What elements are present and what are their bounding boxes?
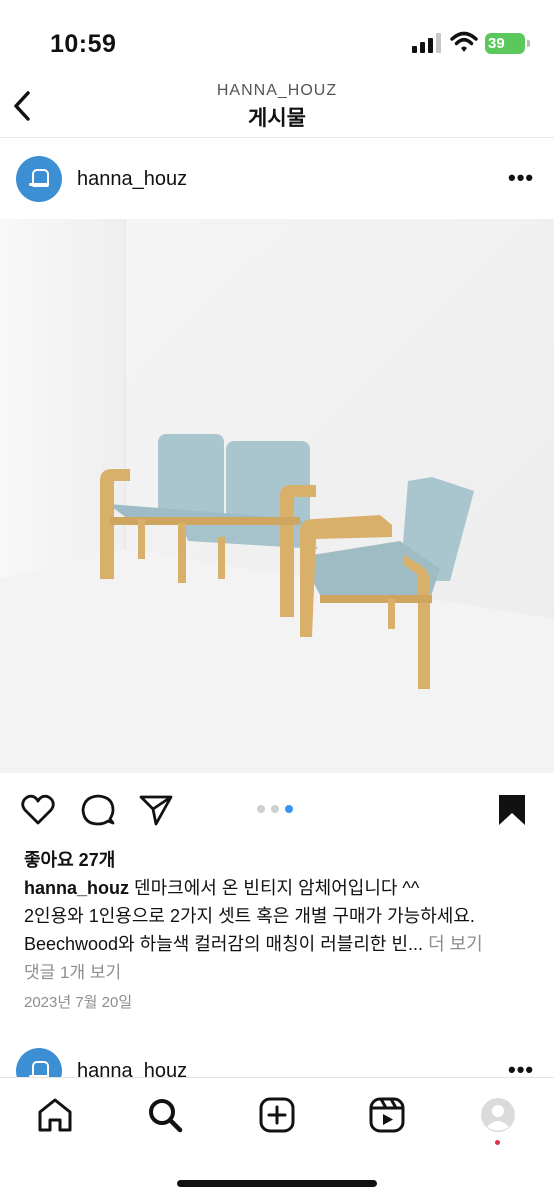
status-time: 10:59 (50, 30, 117, 58)
comment-icon[interactable] (80, 792, 116, 828)
battery-indicator: 39 (485, 33, 530, 54)
avatar[interactable] (16, 156, 62, 202)
home-indicator (177, 1180, 377, 1187)
plus-square-icon[interactable] (258, 1096, 296, 1134)
carousel-dot-active (285, 805, 293, 813)
carousel-dot (257, 805, 265, 813)
post-header: hanna_houz ••• (0, 140, 554, 218)
home-icon[interactable] (36, 1096, 74, 1134)
page-title: 게시물 (248, 107, 306, 130)
caption-line-3: Beechwood와 하늘색 컬러감의 매칭이 러블리한 빈... (24, 934, 424, 954)
notification-dot (495, 1140, 500, 1145)
caption-line-2: 2인용와 1인용으로 2가지 셋트 혹은 개별 구매가 가능하세요. (24, 906, 475, 926)
cellular-signal-icon (412, 33, 441, 53)
post-photo[interactable] (0, 219, 554, 773)
search-icon[interactable] (146, 1096, 184, 1134)
status-bar: 10:59 39 (0, 0, 554, 80)
more-options-icon[interactable]: ••• (508, 1059, 534, 1078)
caption-line-1: 덴마크에서 온 빈티지 암체어입니다 ^^ (134, 878, 420, 898)
bookmark-icon[interactable] (494, 792, 530, 828)
carousel-indicator (257, 805, 301, 815)
view-comments-link[interactable]: 댓글 1개 보기 (24, 958, 121, 983)
battery-level: 39 (488, 35, 505, 52)
account-name: HANNA_HOUZ (216, 82, 338, 99)
wifi-icon (450, 31, 478, 52)
likes-count[interactable]: 좋아요 27개 (24, 846, 115, 872)
navigation-header: HANNA_HOUZ 게시물 (0, 76, 554, 138)
paper-plane-icon[interactable] (138, 792, 174, 828)
profile-avatar-icon[interactable] (479, 1096, 517, 1134)
more-link[interactable]: 더 보기 (428, 934, 483, 954)
next-post-username[interactable]: hanna_houz (77, 1060, 187, 1077)
reels-icon[interactable] (368, 1096, 406, 1134)
post-actions (0, 775, 554, 845)
caption-username[interactable]: hanna_houz (24, 878, 129, 898)
next-post-header: hanna_houz ••• (0, 1040, 554, 1077)
more-options-icon[interactable]: ••• (508, 167, 534, 189)
heart-icon[interactable] (20, 792, 56, 828)
post-date: 2023년 7월 20일 (24, 994, 133, 1011)
carousel-dot (271, 805, 279, 813)
post-username[interactable]: hanna_houz (77, 168, 187, 191)
post-caption: hanna_houz 덴마크에서 온 빈티지 암체어입니다 ^^ 2인용와 1인… (24, 874, 544, 958)
avatar[interactable] (16, 1048, 62, 1077)
